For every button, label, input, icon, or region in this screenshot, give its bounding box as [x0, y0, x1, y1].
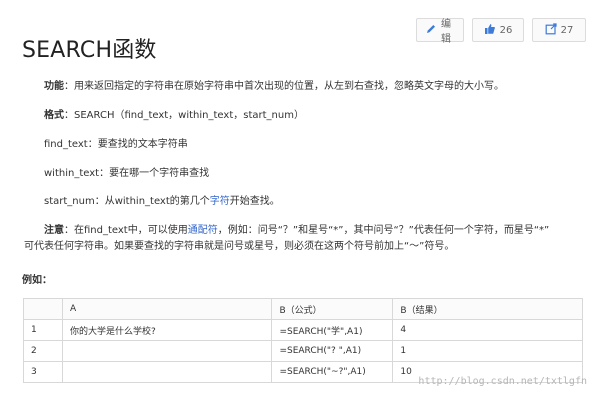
- page-title: SEARCH函数: [22, 38, 157, 63]
- table-cell: 你的大学是什么学校?: [61, 319, 273, 341]
- edit-button[interactable]: 编辑: [416, 18, 464, 45]
- edit-label: 编辑: [441, 19, 451, 45]
- like-count: 26: [499, 24, 513, 36]
- note-paragraph: 注意：在find_text中，可以使用通配符，例如：问号“？”和星号“*”，其中…: [24, 223, 584, 255]
- pencil-icon: [425, 23, 437, 38]
- example-table: A B（公式） B（结果） 1 你的大学是什么学校? =SEARCH("学",A…: [23, 298, 583, 383]
- share-icon: [545, 22, 557, 38]
- table-header-cell: A: [61, 298, 273, 320]
- table-header-cell: B（公式）: [271, 298, 394, 320]
- table-header-cell: B（结果）: [392, 298, 583, 320]
- table-header-cell: [23, 298, 63, 320]
- start-num-prefix: start_num：从within_text的第几个: [44, 196, 210, 207]
- note-label: 注意: [44, 225, 64, 236]
- table-cell: [61, 340, 273, 362]
- table-cell: 1: [392, 340, 583, 362]
- table-cell: 1: [23, 319, 63, 341]
- format-text: ：SEARCH（find_text，within_text，start_num）: [64, 110, 304, 121]
- example-label: 例如：: [22, 275, 52, 286]
- table-cell: =SEARCH("~?",A1): [271, 361, 394, 383]
- note-text-3: 可代表任何字符串。如果要查找的字符串就是问号或星号，则必须在这两个符号前加上“～…: [24, 241, 455, 252]
- within-text-paragraph: within_text：要在哪一个字符串查找: [44, 168, 210, 179]
- note-text-1: ：在find_text中，可以使用: [64, 225, 188, 236]
- article-toolbar: 编辑 26 27: [416, 18, 586, 45]
- table-header-row: A B（公式） B（结果）: [23, 298, 583, 320]
- table-row: 2 =SEARCH("? ",A1) 1: [23, 340, 583, 362]
- share-count: 27: [560, 24, 574, 36]
- thumbs-up-icon: [484, 23, 496, 38]
- table-cell: 3: [23, 361, 63, 383]
- table-cell: =SEARCH("学",A1): [271, 319, 394, 341]
- function-label: 功能: [44, 81, 64, 92]
- table-cell: =SEARCH("? ",A1): [271, 340, 394, 362]
- wildcard-link[interactable]: 通配符: [188, 225, 218, 236]
- function-paragraph: 功能：用来返回指定的字符串在原始字符串中首次出现的位置，从左到右查找，忽略英文字…: [44, 79, 504, 95]
- table-cell: 4: [392, 319, 583, 341]
- character-link[interactable]: 字符: [210, 196, 230, 207]
- watermark: http://blog.csdn.net/txtlgfn: [418, 376, 587, 387]
- table-cell: 2: [23, 340, 63, 362]
- table-row: 1 你的大学是什么学校? =SEARCH("学",A1) 4: [23, 319, 583, 341]
- share-button[interactable]: 27: [532, 18, 586, 42]
- table-cell: [61, 361, 273, 383]
- start-num-suffix: 开始查找。: [229, 196, 280, 207]
- format-label: 格式: [44, 110, 64, 121]
- find-text-paragraph: find_text：要查找的文本字符串: [44, 139, 188, 150]
- function-text: ：用来返回指定的字符串在原始字符串中首次出现的位置，从左到右查找，忽略英文字母的…: [64, 81, 504, 92]
- start-num-paragraph: start_num：从within_text的第几个字符开始查找。: [44, 194, 280, 210]
- format-paragraph: 格式：SEARCH（find_text，within_text，start_nu…: [44, 108, 304, 124]
- note-text-2: ，例如：问号“？”和星号“*”，其中问号“？”代表任何一个字符，而星号“*”: [217, 225, 550, 236]
- like-button[interactable]: 26: [472, 18, 524, 42]
